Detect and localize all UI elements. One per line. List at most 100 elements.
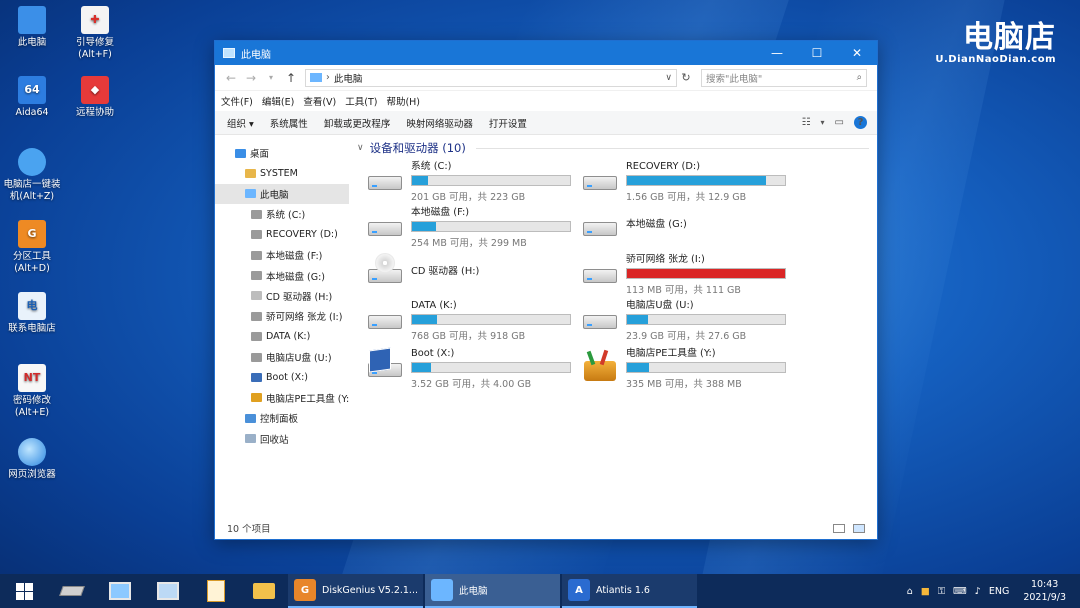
nav-tree-label: 本地磁盘 (G:) xyxy=(266,271,325,283)
help-icon[interactable]: ? xyxy=(854,116,867,129)
brand-name: 电脑店 xyxy=(963,20,1056,55)
title-bar[interactable]: 此电脑 — ☐ ✕ xyxy=(215,41,877,65)
taskbar-pinned-chip[interactable] xyxy=(48,574,96,608)
nav-tree-item[interactable]: 骄可网络 张龙 (I:) xyxy=(215,306,349,326)
map-network-drive-button[interactable]: 映射网络驱动器 xyxy=(406,116,473,130)
drive-name: 电脑店U盘 (U:) xyxy=(626,300,694,311)
desktop-icon-installer[interactable]: 电脑店一键装 机(Alt+Z) xyxy=(0,148,64,203)
desktop-icon-this-pc[interactable]: 此电脑 xyxy=(0,6,64,49)
forward-arrow-icon[interactable]: → xyxy=(241,71,261,85)
taskbar-app-this-pc[interactable]: 此电脑 xyxy=(425,574,560,608)
color-palette-icon[interactable]: ■ xyxy=(921,586,930,597)
menu-bar: 文件(F) 编辑(E) 查看(V) 工具(T) 帮助(H) xyxy=(215,91,877,111)
minimize-button[interactable]: — xyxy=(757,41,797,65)
taskbar-pinned-monitor[interactable] xyxy=(96,574,144,608)
desktop-icon-browser[interactable]: 网页浏览器 xyxy=(0,438,64,481)
desktop-icon-contact[interactable]: 电 联系电脑店 xyxy=(0,292,64,335)
drive-tile[interactable]: 本地磁盘 (G:) xyxy=(580,206,790,250)
menu-view[interactable]: 查看(V) xyxy=(303,94,336,108)
nav-tree-item[interactable]: 电脑店PE工具盘 (Y:) xyxy=(215,388,349,408)
maximize-button[interactable]: ☐ xyxy=(797,41,837,65)
drive-usage-bar xyxy=(626,314,786,325)
search-icon[interactable]: ⌕ xyxy=(857,72,862,83)
back-arrow-icon[interactable]: ← xyxy=(221,71,241,85)
drive-tile[interactable]: 电脑店U盘 (U:) 23.9 GB 可用，共 27.6 GB xyxy=(580,299,790,343)
chevron-down-icon[interactable]: ∨ xyxy=(357,143,364,153)
chevron-down-icon[interactable]: ▾ xyxy=(821,118,825,127)
drive-tile[interactable]: 本地磁盘 (F:) 254 MB 可用，共 299 MB xyxy=(365,206,575,250)
chip-icon xyxy=(59,586,85,596)
nav-tree-item[interactable]: SYSTEM xyxy=(215,163,349,183)
drive-tile[interactable]: RECOVERY (D:) 1.56 GB 可用，共 12.9 GB xyxy=(580,160,790,204)
desktop-icon-password[interactable]: NT 密码修改 (Alt+E) xyxy=(0,364,64,419)
drive-tile[interactable]: Boot (X:) 3.52 GB 可用，共 4.00 GB xyxy=(365,347,575,391)
nav-tree-item[interactable]: 回收站 xyxy=(215,428,349,448)
nav-tree-item[interactable]: 电脑店U盘 (U:) xyxy=(215,347,349,367)
drive-size-text: 113 MB 可用，共 111 GB xyxy=(626,285,741,296)
taskbar: G DiskGenius V5.2.1... 此电脑 A Atiantis 1.… xyxy=(0,574,1080,608)
nav-tree-item[interactable]: RECOVERY (D:) xyxy=(215,225,349,245)
taskbar-app-diskgenius[interactable]: G DiskGenius V5.2.1... xyxy=(288,574,423,608)
menu-tools[interactable]: 工具(T) xyxy=(345,94,377,108)
drive-tile[interactable]: 电脑店PE工具盘 (Y:) 335 MB 可用，共 388 MB xyxy=(580,347,790,391)
menu-file[interactable]: 文件(F) xyxy=(221,94,253,108)
refresh-icon[interactable]: ↻ xyxy=(677,71,695,84)
tree-node-icon xyxy=(245,434,256,444)
nav-tree-item[interactable]: 本地磁盘 (F:) xyxy=(215,245,349,265)
search-input[interactable]: 搜索"此电脑" ⌕ xyxy=(701,68,867,87)
nav-tree-item[interactable]: 此电脑 xyxy=(215,183,349,205)
desktop-icon-remote-assist[interactable]: ◆ 远程协助 xyxy=(63,76,127,119)
drive-tile[interactable]: 系统 (C:) 201 GB 可用，共 223 GB xyxy=(365,160,575,204)
menu-help[interactable]: 帮助(H) xyxy=(386,94,420,108)
desktop-icon-partition-tool[interactable]: G 分区工具 (Alt+D) xyxy=(0,220,64,275)
drive-tile[interactable]: 骄可网络 张龙 (I:) 113 MB 可用，共 111 GB xyxy=(580,253,790,297)
security-icon[interactable]: ⚿ xyxy=(938,586,945,597)
taskbar-app-atiantis[interactable]: A Atiantis 1.6 xyxy=(562,574,697,608)
taskbar-pinned-folder[interactable] xyxy=(240,574,288,608)
nav-tree-item[interactable]: 控制面板 xyxy=(215,408,349,428)
desktop-icon-aida64[interactable]: 64 Aida64 xyxy=(0,76,64,119)
view-options-icon[interactable]: ☷ xyxy=(802,117,811,128)
desktop-icon-boot-repair[interactable]: ✚ 引导修复 (Alt+F) xyxy=(63,6,127,61)
drive-tile[interactable]: DATA (K:) 768 GB 可用，共 918 GB xyxy=(365,299,575,343)
nav-tree-label: CD 驱动器 (H:) xyxy=(266,291,333,303)
menu-edit[interactable]: 编辑(E) xyxy=(262,94,294,108)
tree-node-icon xyxy=(251,393,262,403)
keyboard-icon[interactable]: ⌨ xyxy=(953,586,967,597)
system-properties-button[interactable]: 系统属性 xyxy=(270,116,308,130)
language-indicator[interactable]: ENG xyxy=(989,586,1009,597)
nav-tree-item[interactable]: 本地磁盘 (G:) xyxy=(215,265,349,285)
nav-tree-item[interactable]: 系统 (C:) xyxy=(215,204,349,224)
taskbar-app-label: DiskGenius V5.2.1... xyxy=(322,584,418,596)
start-button[interactable] xyxy=(0,574,48,608)
tree-node-icon xyxy=(251,271,262,281)
volume-icon[interactable]: ♪ xyxy=(975,586,981,597)
drive-name: 本地磁盘 (F:) xyxy=(411,207,470,218)
installer-icon xyxy=(18,148,46,176)
breadcrumb[interactable]: 此电脑 xyxy=(334,71,666,85)
nav-tree-item[interactable]: Boot (X:) xyxy=(215,367,349,387)
close-button[interactable]: ✕ xyxy=(837,41,877,65)
taskbar-pinned-computer-settings[interactable] xyxy=(144,574,192,608)
organize-button[interactable]: 组织 ▾ xyxy=(227,116,254,130)
large-icons-view-icon[interactable] xyxy=(853,523,865,533)
preview-pane-icon[interactable]: ▭ xyxy=(835,117,844,128)
address-field[interactable]: › 此电脑 ∨ xyxy=(305,68,677,87)
nav-tree-item[interactable]: DATA (K:) xyxy=(215,327,349,347)
tree-node-icon xyxy=(245,413,256,423)
details-view-icon[interactable] xyxy=(833,523,845,533)
clock[interactable]: 10:43 2021/9/3 xyxy=(1023,578,1066,604)
nav-tree-item[interactable]: CD 驱动器 (H:) xyxy=(215,286,349,306)
up-arrow-icon[interactable]: ↑ xyxy=(281,71,301,85)
dropdown-arrow-icon[interactable]: ▾ xyxy=(261,73,281,82)
nav-tree-item[interactable]: 桌面 xyxy=(215,143,349,163)
group-header[interactable]: ∨ 设备和驱动器 (10) xyxy=(355,136,869,160)
network-icon[interactable]: ⌂ xyxy=(907,586,913,597)
open-settings-button[interactable]: 打开设置 xyxy=(489,116,527,130)
uninstall-program-button[interactable]: 卸载或更改程序 xyxy=(324,116,391,130)
taskbar-pinned-search-doc[interactable] xyxy=(192,574,240,608)
drive-tile[interactable]: CD 驱动器 (H:) xyxy=(365,253,575,297)
nav-tree-label: 电脑店PE工具盘 (Y:) xyxy=(266,393,349,405)
chevron-down-icon[interactable]: ∨ xyxy=(665,73,672,83)
hdd-icon xyxy=(365,299,405,339)
